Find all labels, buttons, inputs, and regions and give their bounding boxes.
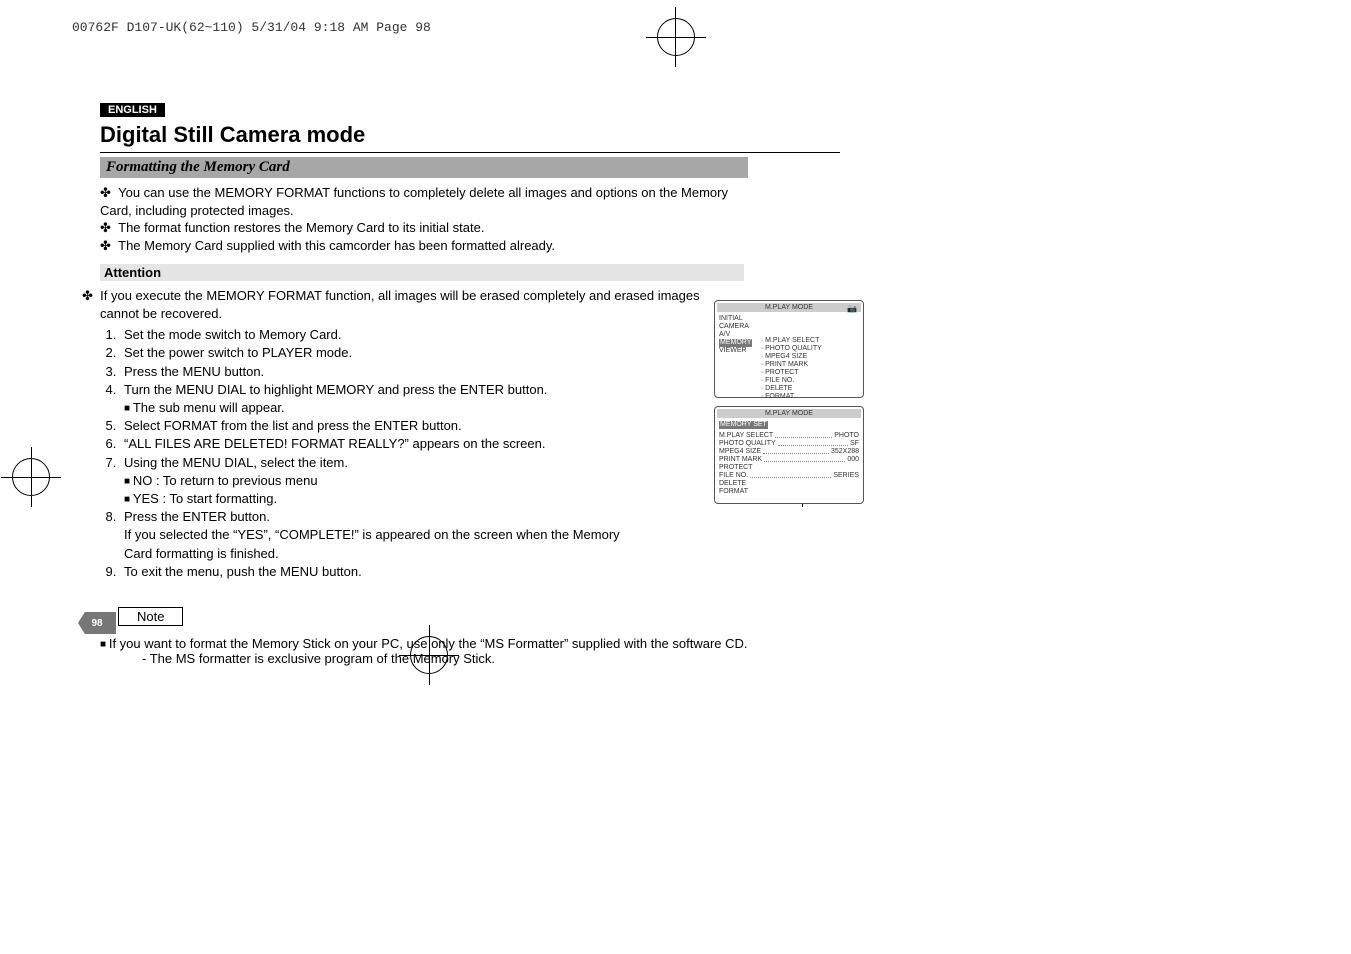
step-8: Press the ENTER button. [124, 509, 270, 524]
attention-block: ✤ If you execute the MEMORY FORMAT funct… [100, 287, 740, 322]
attention-text: If you execute the MEMORY FORMAT functio… [100, 288, 700, 321]
step-2: Set the power switch to PLAYER mode. [124, 345, 352, 360]
osd1-right-7: FORMAT [761, 393, 859, 401]
language-badge: ENGLISH [100, 103, 165, 117]
osd2-heading: MEMORY SET [719, 421, 768, 429]
note-block: If you want to format the Memory Stick o… [100, 636, 840, 666]
osd1-right-5: FILE NO. [761, 377, 859, 385]
page-title: Digital Still Camera mode [100, 122, 840, 153]
step-1: Set the mode switch to Memory Card. [124, 327, 341, 342]
camera-icon: 📷 [847, 304, 857, 313]
osd2-r3-l: PRINT MARK [719, 456, 762, 464]
osd1-right-0: M.PLAY SELECT [761, 337, 859, 345]
steps-list: Set the mode switch to Memory Card. Set … [100, 326, 620, 581]
intro-line-3: The Memory Card supplied with this camco… [118, 238, 555, 253]
osd-screen-2: M.PLAY MODE MEMORY SET M.PLAY SELECTPHOT… [714, 406, 864, 504]
intro-block: ✤ You can use the MEMORY FORMAT function… [100, 184, 740, 254]
osd1-left-0: INITIAL [719, 315, 757, 323]
osd1-left-4: VIEWER [719, 347, 757, 355]
osd2-r7-l: FORMAT [719, 488, 748, 496]
osd1-right-2: MPEG4 SIZE [761, 353, 859, 361]
osd1-right-3: PRINT MARK [761, 361, 859, 369]
step-6: “ALL FILES ARE DELETED! FORMAT REALLY?” … [124, 436, 545, 451]
step-7-sub-2: YES : To start formatting. [136, 490, 620, 508]
step-9: To exit the menu, push the MENU button. [124, 564, 362, 579]
osd2-r5-l: FILE NO. [719, 472, 748, 480]
osd1-right-4: PROTECT [761, 369, 859, 377]
attention-heading: Attention [100, 264, 744, 281]
osd1-right-1: PHOTO QUALITY [761, 345, 859, 353]
step-7-sub-1: NO : To return to previous menu [136, 472, 620, 490]
registration-mark-left [12, 458, 50, 496]
note-label-box: Note [118, 607, 183, 626]
osd1-left-3: MEMORY [719, 339, 752, 347]
section-subtitle: Formatting the Memory Card [100, 157, 748, 178]
osd2-r0-l: M.PLAY SELECT [719, 432, 773, 440]
osd2-r2-l: MPEG4 SIZE [719, 448, 761, 456]
osd2-r2-r: 352X288 [831, 448, 859, 456]
osd1-left-2: A/V [719, 331, 757, 339]
osd-screen-1: M.PLAY MODE 📷 INITIAL CAMERA A/V MEMORY … [714, 300, 864, 398]
osd2-r4-l: PROTECT [719, 464, 752, 472]
page-number-badge: 98 [78, 612, 116, 634]
note-sub-text: - The MS formatter is exclusive program … [100, 651, 840, 666]
note-main-text: If you want to format the Memory Stick o… [109, 636, 748, 651]
intro-line-1: You can use the MEMORY FORMAT functions … [100, 185, 728, 218]
osd2-title: M.PLAY MODE [765, 410, 813, 417]
intro-line-2: The format function restores the Memory … [118, 220, 484, 235]
osd2-r0-r: PHOTO [834, 432, 859, 440]
step-4: Turn the MENU DIAL to highlight MEMORY a… [124, 382, 547, 397]
osd1-right-6: DELETE [761, 385, 859, 393]
step-8-cont: If you selected the “YES”, “COMPLETE!” i… [124, 527, 620, 560]
osd2-r1-l: PHOTO QUALITY [719, 440, 776, 448]
step-5: Select FORMAT from the list and press th… [124, 418, 462, 433]
step-4-sub-1: The sub menu will appear. [136, 399, 620, 417]
osd1-title: M.PLAY MODE [765, 304, 813, 311]
osd2-r5-r: SERIES [833, 472, 859, 480]
osd2-r1-r: SF [850, 440, 859, 448]
osd1-left-1: CAMERA [719, 323, 757, 331]
step-7: Using the MENU DIAL, select the item. [124, 455, 348, 470]
registration-mark-top [657, 18, 695, 56]
page-content: ENGLISH Digital Still Camera mode Format… [100, 100, 840, 666]
osd2-r3-r: 000 [847, 456, 859, 464]
osd2-r6-l: DELETE [719, 480, 746, 488]
print-header-line: 00762F D107-UK(62~110) 5/31/04 9:18 AM P… [72, 20, 431, 35]
step-3: Press the MENU button. [124, 364, 264, 379]
